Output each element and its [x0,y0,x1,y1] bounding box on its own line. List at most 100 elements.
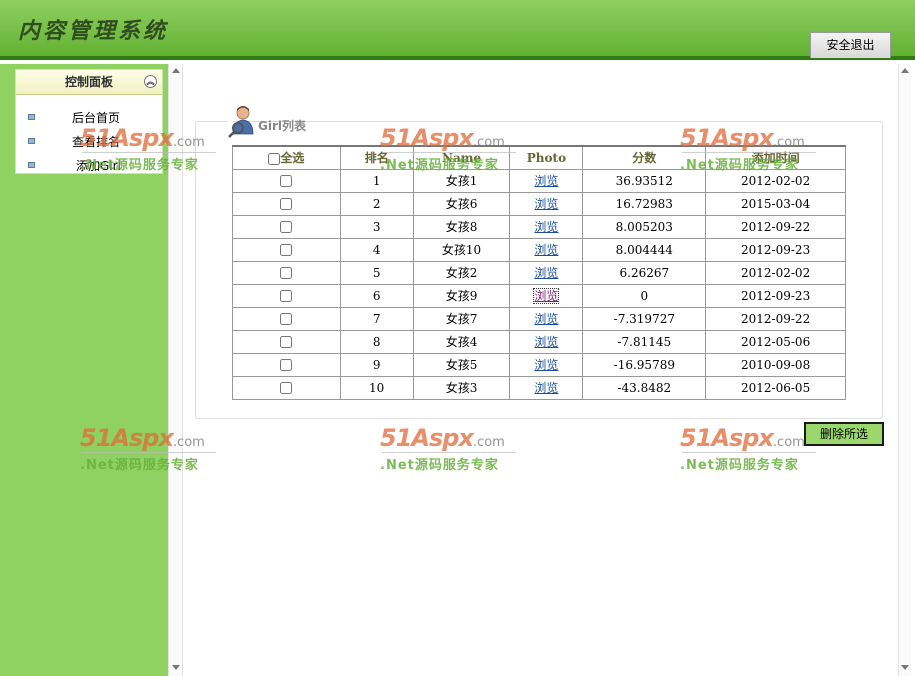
row-checkbox[interactable] [280,359,293,371]
name-cell: 女孩3 [412,375,511,400]
name-cell: 女孩10 [412,237,511,262]
table-row: 5 女孩2 浏览 6.26267 2012-02-02 [232,260,846,285]
score-cell: 0 [582,283,707,308]
name-header: Name [412,145,511,170]
added-date-cell: 2012-05-06 [705,329,846,354]
name-cell: 女孩5 [412,352,511,377]
rank-cell: 7 [339,306,414,331]
photo-link[interactable]: 浏览 [534,174,558,188]
photo-link[interactable]: 浏览 [534,220,558,234]
score-cell: 8.005203 [582,214,707,239]
photo-link[interactable]: 浏览 [534,266,558,280]
select-all-checkbox[interactable] [268,152,281,165]
sidebar-item-ranking[interactable]: 查看排名 [16,130,162,152]
row-checkbox[interactable] [280,382,293,394]
user-search-icon [228,106,254,138]
photo-link[interactable]: 浏览 [534,243,558,257]
row-checkbox[interactable] [280,221,293,233]
photo-link[interactable]: 浏览 [534,358,558,372]
added-date-cell: 2012-09-23 [705,283,846,308]
table-row: 7 女孩7 浏览 -7.319727 2012-09-22 [232,306,846,331]
watermark-suffix: .com [472,435,505,450]
added-date-cell: 2012-02-02 [705,168,846,193]
added-header: 添加时间 [705,145,846,170]
sidebar-item-label[interactable]: 后台首页 [72,109,120,126]
rank-cell: 4 [339,237,414,262]
right-scrollbar[interactable] [898,64,911,676]
photo-cell: 浏览 [509,191,584,216]
select-cell [232,329,341,354]
added-date-cell: 2012-02-02 [705,260,846,285]
table-row: 1 女孩1 浏览 36.93512 2012-02-02 [232,168,846,193]
delete-selected-button[interactable]: 删除所选 [804,422,884,446]
score-cell: 6.26267 [582,260,707,285]
scroll-down-icon[interactable] [901,665,909,670]
row-checkbox[interactable] [280,198,293,210]
score-cell: 16.72983 [582,191,707,216]
photo-cell: 浏览 [509,283,584,308]
watermark: 51Aspx.com .Net源码服务专家 [380,424,520,479]
rank-cell: 1 [339,168,414,193]
watermark-divider [682,452,816,453]
rank-cell: 8 [339,329,414,354]
watermark-suffix: .com [772,435,805,450]
score-cell: 36.93512 [582,168,707,193]
table-header-row: 全选 排名 Name Photo 分数 添加时间 [232,145,846,170]
scroll-up-icon[interactable] [901,68,909,73]
rank-header: 排名 [339,145,414,170]
row-checkbox[interactable] [280,290,293,302]
row-checkbox[interactable] [280,244,293,256]
rank-cell: 2 [339,191,414,216]
row-checkbox[interactable] [280,175,293,187]
photo-link[interactable]: 浏览 [534,335,558,349]
photo-cell: 浏览 [509,237,584,262]
photo-cell: 浏览 [509,214,584,239]
added-date-cell: 2010-09-08 [705,352,846,377]
table-row: 4 女孩10 浏览 8.004444 2012-09-23 [232,237,846,262]
name-cell: 女孩2 [412,260,511,285]
row-checkbox[interactable] [280,267,293,279]
table-row: 10 女孩3 浏览 -43.8482 2012-06-05 [232,375,846,400]
sidebar: 控制面板 ︽ 后台首页 查看排名 添加Girl [0,64,168,676]
watermark: 51Aspx.com .Net源码服务专家 [680,424,820,479]
scroll-up-icon[interactable] [172,68,180,73]
row-checkbox[interactable] [280,336,293,348]
scroll-down-icon[interactable] [172,665,180,670]
photo-link[interactable]: 浏览 [534,381,558,395]
photo-link[interactable]: 浏览 [534,197,558,211]
photo-link[interactable]: 浏览 [534,312,558,326]
sidebar-item-home[interactable]: 后台首页 [16,106,162,128]
row-checkbox[interactable] [280,313,293,325]
girl-table: 全选 排名 Name Photo 分数 添加时间 1 女孩1 浏览 36.93512 2… [232,145,846,400]
name-cell: 女孩6 [412,191,511,216]
logout-button[interactable]: 安全退出 [810,32,891,58]
control-panel: 控制面板 ︽ 后台首页 查看排名 添加Girl [15,69,163,174]
added-date-cell: 2012-09-22 [705,214,846,239]
girl-list-legend: Girl列表 [228,104,306,140]
added-date-cell: 2012-09-23 [705,237,846,262]
rank-cell: 6 [339,283,414,308]
select-cell [232,352,341,377]
added-date-cell: 2012-09-22 [705,306,846,331]
bullet-icon [28,162,35,168]
photo-cell: 浏览 [509,352,584,377]
watermark-logo: 51Aspx.com [380,424,505,452]
score-cell: -43.8482 [582,375,707,400]
rank-cell: 5 [339,260,414,285]
sidebar-item-label[interactable]: 添加Girl [76,157,121,174]
left-scrollbar[interactable] [168,64,183,676]
collapse-icon[interactable]: ︽ [144,75,157,88]
photo-link[interactable]: 浏览 [533,288,560,304]
control-panel-header[interactable]: 控制面板 ︽ [16,70,162,95]
table-row: 3 女孩8 浏览 8.005203 2012-09-22 [232,214,846,239]
added-date-cell: 2015-03-04 [705,191,846,216]
watermark-main: 51Aspx [380,424,474,452]
sidebar-item-add-girl[interactable]: 添加Girl [16,154,162,176]
section-title: Girl列表 [258,119,306,133]
photo-cell: 浏览 [509,260,584,285]
photo-header: Photo [509,145,584,170]
watermark-logo: 51Aspx.com [680,424,805,452]
sidebar-item-label[interactable]: 查看排名 [72,133,120,150]
watermark-divider [382,452,516,453]
select-cell [232,237,341,262]
